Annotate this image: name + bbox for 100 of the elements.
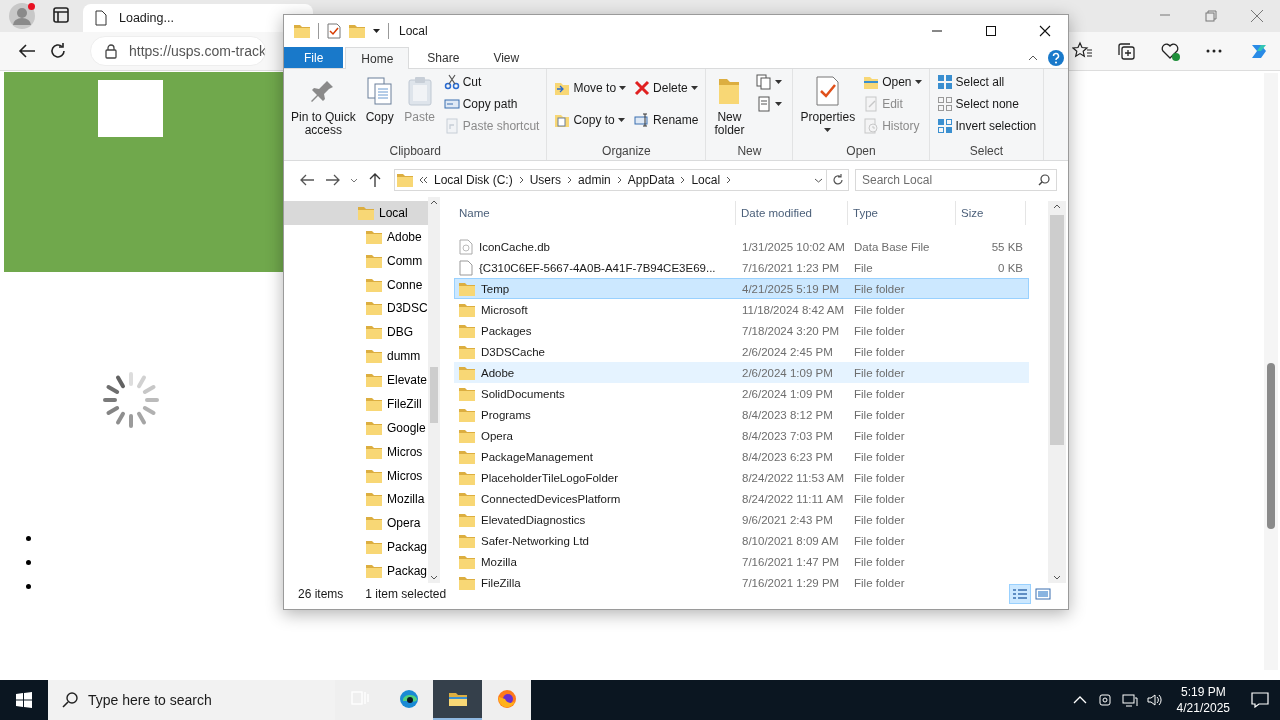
taskbar-search-box[interactable]: Type here to search	[48, 680, 335, 720]
close-icon[interactable]	[1039, 25, 1051, 37]
back-icon[interactable]	[18, 43, 36, 59]
file-row[interactable]: SolidDocuments 2/6/2024 1:09 PM File folder	[454, 383, 1029, 404]
ribbon-button[interactable]: Copy	[360, 71, 399, 128]
help-icon[interactable]	[1048, 49, 1064, 66]
browser-tab[interactable]: Loading...	[83, 4, 313, 32]
file-row[interactable]: Safer-Networking Ltd 8/10/2021 8:09 AM File folder	[454, 530, 1029, 551]
nav-item[interactable]: DBG	[284, 320, 428, 345]
taskbar-app[interactable]	[384, 680, 433, 720]
breadcrumb[interactable]: Local Disk (C:)	[434, 173, 513, 187]
nav-item[interactable]: Elevate	[284, 368, 428, 392]
scrollbar[interactable]	[1264, 73, 1278, 670]
maximize-icon[interactable]	[985, 25, 997, 37]
nav-item[interactable]: Conne	[284, 272, 428, 297]
column-header[interactable]: Name	[454, 201, 736, 225]
recent-locations-icon[interactable]	[350, 177, 358, 183]
file-row[interactable]: IconCache.db 1/31/2025 10:02 AM Data Base File 55 KB	[454, 236, 1029, 257]
ribbon-button[interactable]: Move to	[551, 73, 630, 103]
nav-item[interactable]: D3DSC	[284, 296, 428, 321]
ribbon-button[interactable]: Open	[860, 71, 925, 93]
refresh-button[interactable]	[827, 169, 849, 191]
nav-item[interactable]: Mozilla	[284, 487, 428, 512]
scrollbar-thumb[interactable]	[1267, 363, 1275, 529]
properties-icon[interactable]	[327, 23, 341, 39]
ribbon-tab[interactable]: View	[477, 47, 536, 68]
nav-item[interactable]: Micros	[284, 439, 428, 464]
ribbon-button[interactable]: Pin to Quick access	[288, 71, 359, 141]
nav-item[interactable]: dumm	[284, 344, 428, 369]
column-header[interactable]: Type	[848, 201, 956, 225]
nav-item[interactable]: Packag	[284, 559, 428, 583]
nav-item[interactable]: Google	[284, 415, 428, 440]
up-icon[interactable]	[367, 172, 383, 188]
file-row[interactable]: Programs 8/4/2023 8:12 PM File folder	[454, 404, 1029, 425]
nav-item[interactable]: Local	[284, 201, 428, 225]
file-row[interactable]: ConnectedDevicesPlatform 8/24/2022 11:11 AM File folder	[454, 488, 1029, 509]
nav-item[interactable]: Comm	[284, 248, 428, 273]
restore-icon[interactable]	[1204, 9, 1218, 23]
ribbon-button[interactable]: Select none	[933, 93, 1040, 115]
file-row[interactable]: D3DSCache 2/6/2024 2:45 PM File folder	[454, 341, 1029, 362]
ribbon-tab[interactable]: Home	[345, 47, 410, 69]
file-row[interactable]: Temp 4/21/2025 5:19 PM File folder	[454, 278, 1029, 299]
file-row[interactable]: ElevatedDiagnostics 9/6/2021 2:43 PM File folder	[454, 509, 1029, 530]
taskbar-search-field[interactable]: Type here to search	[88, 680, 328, 720]
nav-item[interactable]: Adobe	[284, 224, 428, 249]
column-header[interactable]: Size	[956, 201, 1026, 225]
ribbon-button[interactable]: Copy path	[440, 93, 543, 115]
breadcrumb[interactable]: Users	[529, 173, 562, 187]
chevron-down-icon[interactable]	[813, 177, 823, 183]
view-toggle[interactable]	[1009, 584, 1031, 604]
taskbar-app[interactable]	[433, 680, 482, 720]
file-row[interactable]: Opera 8/4/2023 7:03 PM File folder	[454, 425, 1029, 446]
ribbon-button[interactable]: Rename	[631, 105, 702, 135]
windows-icon[interactable]	[16, 692, 32, 708]
scrollbar[interactable]	[1048, 201, 1066, 583]
file-row[interactable]: PlaceholderTileLogoFolder 8/24/2022 11:53 AM File folder	[454, 467, 1029, 488]
file-row[interactable]: PackageManagement 8/4/2023 6:23 PM File folder	[454, 446, 1029, 467]
nav-item[interactable]: FileZill	[284, 392, 428, 416]
scrollbar-thumb[interactable]	[429, 367, 438, 423]
nav-item[interactable]: Opera	[284, 511, 428, 536]
volume-icon[interactable]	[1146, 692, 1163, 708]
tab-actions-icon[interactable]	[53, 6, 69, 23]
ribbon-tab[interactable]: Share	[411, 47, 476, 68]
nav-item[interactable]: Packag	[284, 535, 428, 560]
file-row[interactable]: Mozilla 7/16/2021 1:47 PM File folder	[454, 551, 1029, 572]
file-menu-button[interactable]: File	[284, 47, 344, 68]
notification-icon[interactable]	[1251, 692, 1269, 708]
column-header[interactable]: Date modified	[736, 201, 848, 225]
back-icon[interactable]	[299, 172, 315, 188]
breadcrumb[interactable]: Local	[691, 173, 721, 187]
scrollbar[interactable]	[427, 197, 440, 583]
collections-icon[interactable]	[1116, 41, 1136, 61]
ribbon-button[interactable]: Properties	[797, 71, 859, 136]
nav-item[interactable]: Micros	[284, 463, 428, 488]
date-modified: 11/18/2024 8:42 AM	[741, 303, 846, 316]
file-row[interactable]: {C310C6EF-5667-4A0B-A41F-7B94CE3E69... 7/16/2021 1:23 PM File 0 KB	[454, 257, 1029, 278]
forward-icon[interactable]	[325, 172, 341, 188]
breadcrumb[interactable]: admin	[578, 173, 611, 187]
breadcrumb[interactable]: AppData	[627, 173, 675, 187]
file-row[interactable]: FileZilla 7/16/2021 1:29 PM File folder	[454, 572, 1029, 593]
scrollbar-thumb[interactable]	[1050, 215, 1064, 445]
refresh-icon[interactable]	[49, 42, 67, 60]
camera-icon[interactable]	[1096, 692, 1113, 708]
search-box[interactable]: Search Local	[855, 169, 1057, 191]
file-row[interactable]: Microsoft 11/18/2024 8:42 AM File folder	[454, 299, 1029, 320]
ribbon-button[interactable]: Delete	[631, 73, 702, 103]
collapse-ribbon-icon[interactable]	[1028, 54, 1038, 61]
ribbon-button[interactable]: Cut	[440, 71, 543, 93]
ribbon-button[interactable]: Select all	[933, 71, 1040, 93]
file-row[interactable]: Packages 7/18/2024 3:20 PM File folder	[454, 320, 1029, 341]
taskbar-app[interactable]	[482, 680, 531, 720]
network-icon[interactable]	[1121, 692, 1138, 708]
file-row[interactable]: Adobe 2/6/2024 1:09 PM File folder	[454, 362, 1029, 383]
avatar-icon[interactable]	[9, 3, 35, 29]
ribbon-button[interactable]: Copy to	[551, 105, 630, 135]
ribbon-button[interactable]: Invert selection	[933, 115, 1040, 137]
address-bar[interactable]: Local Disk (C:) Users admin AppData Local	[394, 169, 827, 191]
heart-pulse-icon[interactable]	[1160, 41, 1180, 61]
ribbon-button[interactable]: New folder	[710, 71, 749, 141]
scroll-down-icon	[1053, 575, 1061, 580]
